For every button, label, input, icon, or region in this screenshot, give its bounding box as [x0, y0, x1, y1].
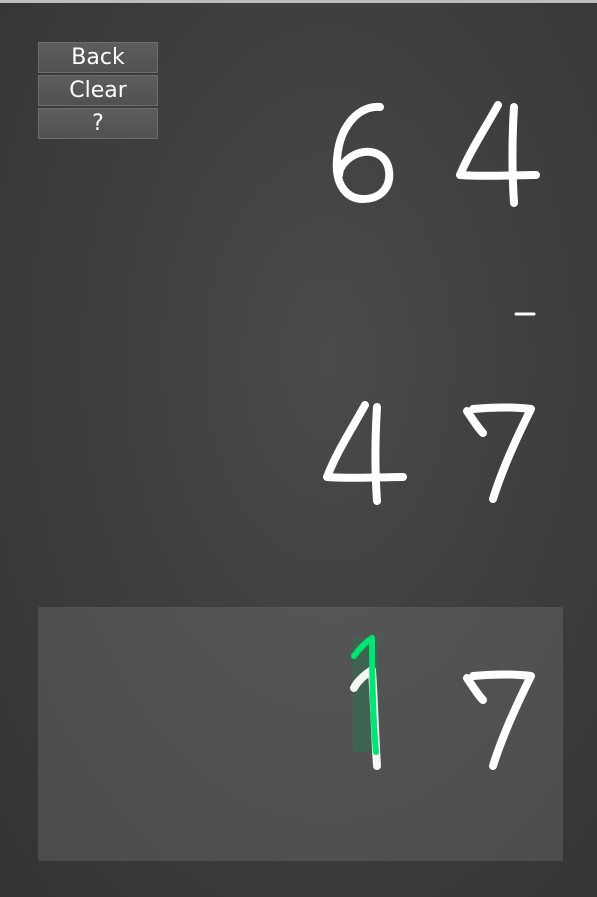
answer-digit-ones — [463, 670, 535, 770]
math-worksheet-screen: Back Clear ? — [0, 0, 597, 897]
bottom-digit-ones — [463, 403, 535, 503]
top-edge — [0, 0, 597, 3]
back-button[interactable]: Back — [38, 42, 158, 73]
top-digit-ones — [456, 101, 540, 207]
handwritten-one-stroke — [351, 635, 379, 755]
clear-button[interactable]: Clear — [38, 75, 158, 106]
control-buttons: Back Clear ? — [38, 42, 158, 141]
help-button[interactable]: ? — [38, 108, 158, 139]
bottom-digit-tens — [323, 401, 407, 505]
minus-sign — [514, 312, 536, 316]
top-digit-tens — [332, 102, 394, 203]
